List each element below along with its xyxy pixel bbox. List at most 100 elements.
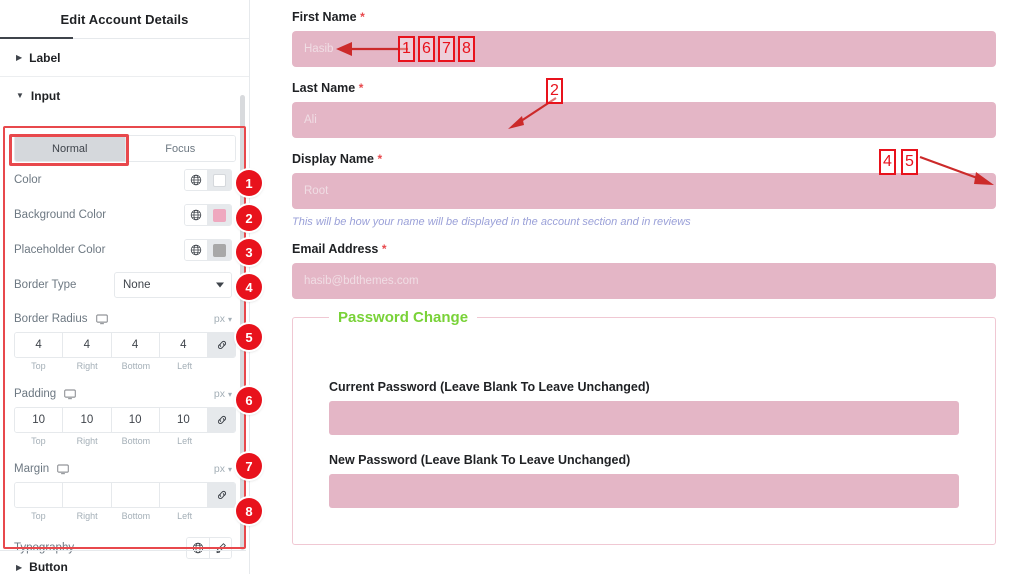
annotation-badge-6: 6 <box>236 387 262 413</box>
monitor-icon[interactable] <box>64 389 76 400</box>
label-border-type: Border Type <box>14 279 77 291</box>
helper-text-display-name: This will be how your name will be displ… <box>292 216 691 228</box>
unit-value: px <box>213 313 225 325</box>
margin-left[interactable] <box>159 483 208 507</box>
padding-inputs: 10 10 10 10 <box>14 407 236 433</box>
link-icon[interactable] <box>208 483 235 507</box>
margin-bottom[interactable] <box>111 483 160 507</box>
side-label-bottom: Bottom <box>121 436 151 446</box>
pencil-icon[interactable] <box>209 538 231 558</box>
screenshot-root: Edit Account Details ▶ Label ▼ Input Nor… <box>0 0 1024 574</box>
globe-icon[interactable] <box>185 170 207 190</box>
annotation-badge-8: 8 <box>236 498 262 524</box>
placeholder-display-name: Root <box>304 185 329 197</box>
padding-bottom[interactable]: 10 <box>111 408 160 432</box>
label-email-address: Email Address * <box>292 242 387 256</box>
border-radius-bottom[interactable]: 4 <box>111 333 160 357</box>
padding-left[interactable]: 10 <box>159 408 208 432</box>
side-label-left: Left <box>177 436 193 446</box>
border-type-value: None <box>123 279 151 291</box>
placeholder-email-address: hasib@bdthemes.com <box>304 275 419 287</box>
annotation-badge-3: 3 <box>236 239 262 265</box>
label-margin: Margin <box>14 463 50 475</box>
globe-icon[interactable] <box>185 205 207 225</box>
color-swatch-background[interactable] <box>207 205 231 225</box>
padding-top[interactable]: 10 <box>15 408 64 432</box>
section-label-title: Label <box>29 50 61 65</box>
label-new-password: New Password (Leave Blank To Leave Uncha… <box>329 453 631 467</box>
monitor-icon[interactable] <box>95 314 108 325</box>
margin-unit[interactable]: px ▾ <box>214 463 232 475</box>
annotation-badge-1: 1 <box>236 170 262 196</box>
side-label-left: Left <box>177 361 193 371</box>
chevron-down-icon <box>216 282 224 288</box>
padding-unit[interactable]: px ▾ <box>214 388 232 400</box>
form-preview: First Name * Hasib Last Name * Ali Displ… <box>250 0 1024 574</box>
color-swatch-text[interactable] <box>207 170 231 190</box>
panel-header: Edit Account Details <box>0 0 249 38</box>
password-change-fieldset: Password Change Current Password (Leave … <box>292 309 996 545</box>
section-header-label[interactable]: ▶ Label <box>0 39 249 77</box>
fieldset-spacer <box>329 340 959 380</box>
side-label-right: Right <box>76 361 98 371</box>
required-marker: * <box>358 81 364 95</box>
section-header-input[interactable]: ▼ Input <box>0 77 249 115</box>
annotation-badge-5: 5 <box>236 324 262 350</box>
section-header-button[interactable]: ▶ Button <box>0 560 246 574</box>
margin-right[interactable] <box>63 483 112 507</box>
border-radius-top[interactable]: 4 <box>15 333 64 357</box>
annotation-badge-7: 7 <box>236 453 262 479</box>
unit-value: px <box>213 463 225 475</box>
side-label-left: Left <box>177 511 193 521</box>
border-radius-inputs: 4 4 4 4 <box>14 332 236 358</box>
color-swatch-placeholder[interactable] <box>207 240 231 260</box>
label-padding: Padding <box>14 388 57 400</box>
input-current-password[interactable] <box>329 401 959 435</box>
password-change-legend: Password Change <box>338 309 469 326</box>
annotation-box-5: 5 <box>901 149 918 175</box>
monitor-icon[interactable] <box>57 464 69 475</box>
border-radius-right[interactable]: 4 <box>63 333 112 357</box>
link-icon[interactable] <box>208 333 235 357</box>
side-label-spacer <box>209 361 236 371</box>
input-controls: Normal Focus Color Background Color Plac… <box>0 128 246 565</box>
annotation-box-7: 7 <box>438 36 455 62</box>
state-tabs: Normal Focus <box>14 135 236 162</box>
field-last-name: Last Name * Ali <box>292 81 996 138</box>
input-display-name[interactable]: Root <box>292 173 996 209</box>
tab-normal[interactable]: Normal <box>15 136 125 161</box>
chevron-down-icon: ▾ <box>227 314 232 324</box>
field-email-address: Email Address * hasib@bdthemes.com <box>292 242 996 299</box>
side-label-spacer <box>209 436 236 446</box>
active-tab-indicator <box>0 37 73 39</box>
label-placeholder-color: Placeholder Color <box>14 244 106 256</box>
panel-scrollbar[interactable] <box>240 95 245 550</box>
input-new-password[interactable] <box>329 474 959 508</box>
control-row-margin: Margin px ▾ <box>14 456 232 482</box>
tab-focus[interactable]: Focus <box>124 136 235 161</box>
chevron-down-icon: ▾ <box>227 464 232 474</box>
margin-top[interactable] <box>15 483 64 507</box>
link-icon[interactable] <box>208 408 235 432</box>
input-email-address[interactable]: hasib@bdthemes.com <box>292 263 996 299</box>
annotation-badge-4: 4 <box>236 274 262 300</box>
control-row-color: Color <box>14 163 232 197</box>
padding-right[interactable]: 10 <box>63 408 112 432</box>
section-button-title: Button <box>29 560 68 574</box>
side-label-top: Top <box>31 511 46 521</box>
globe-icon[interactable] <box>185 240 207 260</box>
unit-value: px <box>213 388 225 400</box>
chevron-down-icon: ▾ <box>227 389 232 399</box>
input-last-name[interactable]: Ali <box>292 102 996 138</box>
border-type-select[interactable]: None <box>114 272 232 298</box>
control-row-placeholder-color: Placeholder Color <box>14 233 232 267</box>
border-radius-left[interactable]: 4 <box>159 333 208 357</box>
placeholder-first-name: Hasib <box>304 43 334 55</box>
control-row-background-color: Background Color <box>14 198 232 232</box>
border-radius-side-labels: Top Right Bottom Left <box>14 361 236 371</box>
border-radius-unit[interactable]: px ▾ <box>214 313 232 325</box>
caret-right-icon: ▶ <box>16 562 23 572</box>
globe-icon[interactable] <box>187 538 209 558</box>
annotation-box-8: 8 <box>458 36 475 62</box>
side-label-bottom: Bottom <box>121 361 151 371</box>
